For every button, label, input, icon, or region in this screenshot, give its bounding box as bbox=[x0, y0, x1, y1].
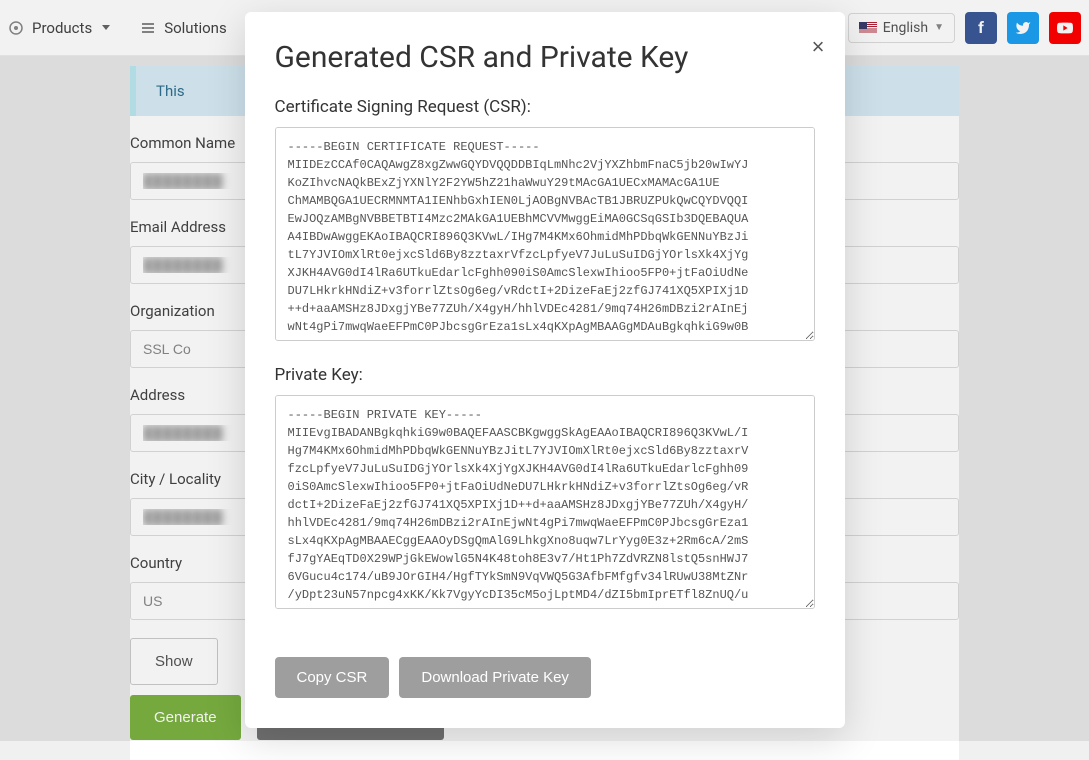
csr-modal: × Generated CSR and Private Key Certific… bbox=[245, 12, 845, 728]
close-icon[interactable]: × bbox=[812, 36, 825, 58]
modal-title: Generated CSR and Private Key bbox=[275, 40, 815, 75]
private-key-label: Private Key: bbox=[275, 365, 815, 385]
download-private-key-button[interactable]: Download Private Key bbox=[399, 657, 591, 698]
private-key-textarea[interactable] bbox=[275, 395, 815, 609]
csr-label: Certificate Signing Request (CSR): bbox=[275, 97, 815, 117]
copy-csr-button[interactable]: Copy CSR bbox=[275, 657, 390, 698]
csr-textarea[interactable] bbox=[275, 127, 815, 341]
modal-overlay: × Generated CSR and Private Key Certific… bbox=[0, 0, 1089, 741]
